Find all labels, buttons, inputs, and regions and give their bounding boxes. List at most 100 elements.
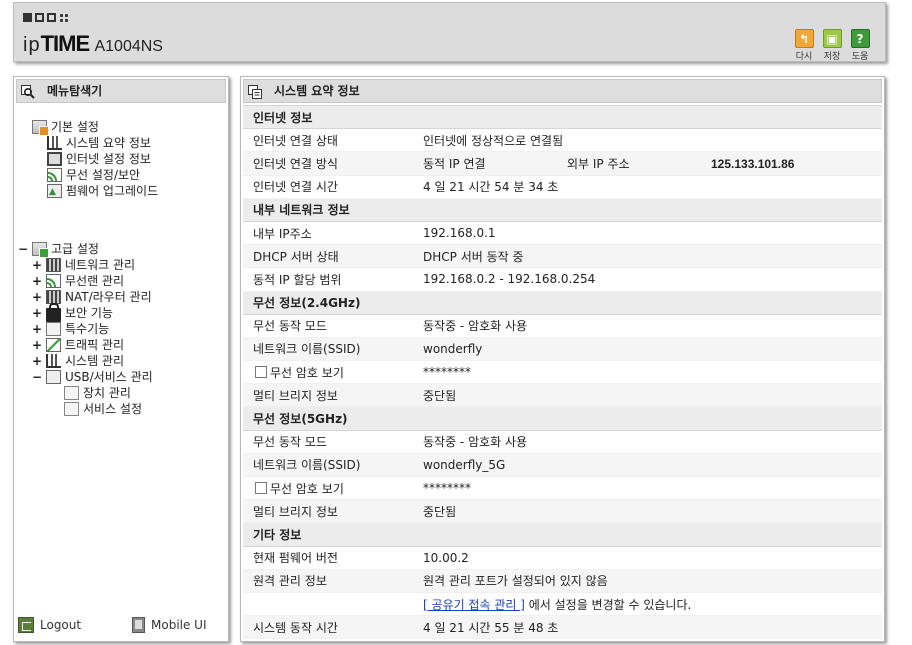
wifi5-bridge-value: 중단됨 — [413, 499, 882, 524]
logout-label: Logout — [40, 618, 82, 632]
tree-item-wireless-lan[interactable]: + 무선랜 관리 — [32, 273, 153, 289]
header-tools: ↰ 다시 ▣ 저장 ? 도움 — [793, 29, 871, 62]
tree-item-wireless-security[interactable]: 무선 설정/보안 — [47, 167, 158, 183]
tree-basic-settings[interactable]: 기본 설정 — [32, 119, 158, 136]
section-header: 인터넷 정보 — [243, 104, 882, 130]
tree-item-internet-settings[interactable]: 인터넷 설정 정보 — [47, 151, 158, 167]
wifi-icon — [46, 274, 61, 288]
wifi5-show-password[interactable]: 무선 암호 보기 — [243, 476, 413, 501]
tree-basic-label: 기본 설정 — [51, 120, 99, 134]
remote-hint: 에서 설정을 변경할 수 있습니다. — [524, 597, 692, 612]
internet-method-cell: 동적 IP 연결 외부 IP 주소 125.133.101.86 — [413, 151, 882, 176]
firmware-version-value: 10.00.2 — [413, 546, 882, 570]
section-header: 기타 정보 — [243, 522, 882, 547]
table-row: 인터넷 연결 방식 동적 IP 연결 외부 IP 주소 125.133.101.86 — [243, 151, 882, 176]
mobile-ui-label: Mobile UI — [151, 618, 207, 632]
show-password-label: 무선 암호 보기 — [270, 365, 344, 380]
table-row: 인터넷 연결 시간 4 일 21 시간 54 분 34 초 — [243, 175, 882, 199]
router-access-link[interactable]: [ 공유기 접속 관리 ] — [423, 598, 525, 612]
tree-item-traffic[interactable]: + 트래픽 관리 — [32, 337, 153, 353]
method-value: 동적 IP 연결 — [423, 156, 486, 171]
tree-advanced-label: 고급 설정 — [51, 242, 99, 256]
wan-ip-label: 외부 IP 주소 — [567, 156, 630, 171]
collapse-toggle[interactable]: − — [18, 241, 28, 257]
expand-toggle[interactable]: + — [32, 305, 42, 321]
tree-advanced-settings[interactable]: − 고급 설정 — [18, 241, 153, 258]
help-icon: ? — [850, 29, 870, 48]
tree-item-label: 무선랜 관리 — [65, 274, 125, 288]
expand-toggle[interactable]: + — [32, 257, 42, 273]
expand-toggle[interactable]: + — [32, 353, 42, 369]
tree-item-label: 시스템 요약 정보 — [66, 136, 151, 150]
save-button[interactable]: ▣ 저장 — [821, 29, 843, 62]
tree-item-service-settings[interactable]: 서비스 설정 — [64, 401, 153, 417]
mobile-ui-link[interactable]: Mobile UI — [132, 615, 207, 635]
tree-item-label: 보안 기능 — [65, 306, 113, 320]
table-row: 시스템 동작 시간 4 일 21 시간 55 분 48 초 — [243, 615, 882, 640]
lock-icon — [46, 303, 61, 322]
tree-item-system-summary[interactable]: 시스템 요약 정보 — [47, 135, 158, 151]
logout-link[interactable]: Logout — [18, 615, 81, 635]
wifi24-show-password[interactable]: 무선 암호 보기 — [243, 360, 413, 385]
router-icon — [46, 290, 61, 304]
tree-item-special[interactable]: + 특수기능 — [32, 321, 153, 337]
bottom-links: Logout Mobile UI — [18, 615, 224, 635]
brand-time: TIME — [40, 31, 91, 56]
system-chart-icon — [46, 354, 61, 368]
expand-toggle[interactable]: + — [32, 337, 42, 353]
expand-toggle[interactable]: + — [32, 321, 42, 337]
table-row: 멀티 브리지 정보 중단됨 — [243, 499, 882, 524]
table-row: 무선 동작 모드 동작중 - 암호화 사용 — [243, 430, 882, 454]
wifi5-ssid-value: wonderfly_5G — [413, 453, 882, 478]
tree-item-label: 펌웨어 업그레이드 — [66, 184, 159, 198]
tree-item-label: USB/서비스 관리 — [65, 370, 153, 384]
tree-item-firmware-upgrade[interactable]: 펌웨어 업그레이드 — [47, 183, 159, 200]
menu-explorer-title: 메뉴탐색기 — [47, 84, 103, 98]
internet-status-value: 인터넷에 정상적으로 연결됨 — [413, 128, 882, 153]
wifi24-mode-value: 동작중 - 암호화 사용 — [413, 314, 882, 338]
wifi24-bridge-value: 중단됨 — [413, 383, 882, 408]
table-row: 네트워크 이름(SSID) wonderfly — [243, 337, 882, 362]
expand-toggle[interactable]: + — [32, 273, 42, 289]
help-button[interactable]: ? 도움 — [849, 29, 871, 62]
tree-item-network[interactable]: + 네트워크 관리 — [32, 257, 153, 273]
upgrade-icon — [47, 184, 62, 200]
tree-item-usb-service[interactable]: − USB/서비스 관리 — [32, 369, 153, 385]
table-row: [ 공유기 접속 관리 ] 에서 설정을 변경할 수 있습니다. — [243, 592, 882, 617]
brand-ip: ip — [23, 34, 41, 56]
table-row: 인터넷 연결 상태 인터넷에 정상적으로 연결됨 — [243, 128, 882, 153]
show-password-checkbox[interactable] — [255, 366, 267, 379]
page-icon — [64, 386, 79, 400]
tree-item-security[interactable]: + 보안 기능 — [32, 303, 153, 322]
table-row: 무선 암호 보기 ******** — [243, 476, 882, 501]
collapse-toggle[interactable]: − — [32, 369, 42, 385]
tree-item-label: 네트워크 관리 — [65, 258, 136, 272]
magnifier-icon — [21, 84, 35, 99]
tree-item-label: 장치 관리 — [83, 386, 131, 400]
tree-item-device[interactable]: 장치 관리 — [64, 385, 153, 401]
summary-title: 시스템 요약 정보 — [274, 84, 360, 98]
internet-time-value: 4 일 21 시간 54 분 34 초 — [413, 175, 882, 199]
table-row: 멀티 브리지 정보 중단됨 — [243, 383, 882, 408]
save-icon: ▣ — [822, 29, 842, 48]
back-icon: ↰ — [794, 29, 814, 48]
tree-item-label: 서비스 설정 — [83, 402, 143, 416]
wifi24-password-value: ******** — [413, 360, 882, 385]
basic-settings-tree: 기본 설정 시스템 요약 정보 인터넷 설정 정보 무선 설정/보안 펌웨어 업… — [32, 119, 159, 200]
wan-ip-value: 125.133.101.86 — [711, 156, 795, 171]
wifi5-mode-value: 동작중 - 암호화 사용 — [413, 430, 882, 454]
system-uptime-value: 4 일 21 시간 55 분 48 초 — [413, 615, 882, 640]
table-row: 동적 IP 할당 범위 192.168.0.2 - 192.168.0.254 — [243, 267, 882, 292]
tree-item-label: 인터넷 설정 정보 — [66, 152, 151, 166]
table-row: 내부 IP주소 192.168.0.1 — [243, 221, 882, 246]
section-header: 내부 네트워크 정보 — [243, 197, 882, 222]
tree-item-system[interactable]: + 시스템 관리 — [32, 353, 153, 369]
summary-panel: 시스템 요약 정보 인터넷 정보 인터넷 연결 상태 인터넷에 정상적으로 연결됨… — [240, 76, 885, 642]
usb-icon — [46, 370, 61, 384]
show-password-checkbox[interactable] — [255, 482, 267, 495]
monitor-icon — [47, 152, 62, 166]
back-button[interactable]: ↰ 다시 — [793, 29, 815, 62]
expand-toggle[interactable]: + — [32, 289, 42, 305]
show-password-label: 무선 암호 보기 — [270, 481, 344, 496]
wifi5-password-value: ******** — [413, 476, 882, 501]
